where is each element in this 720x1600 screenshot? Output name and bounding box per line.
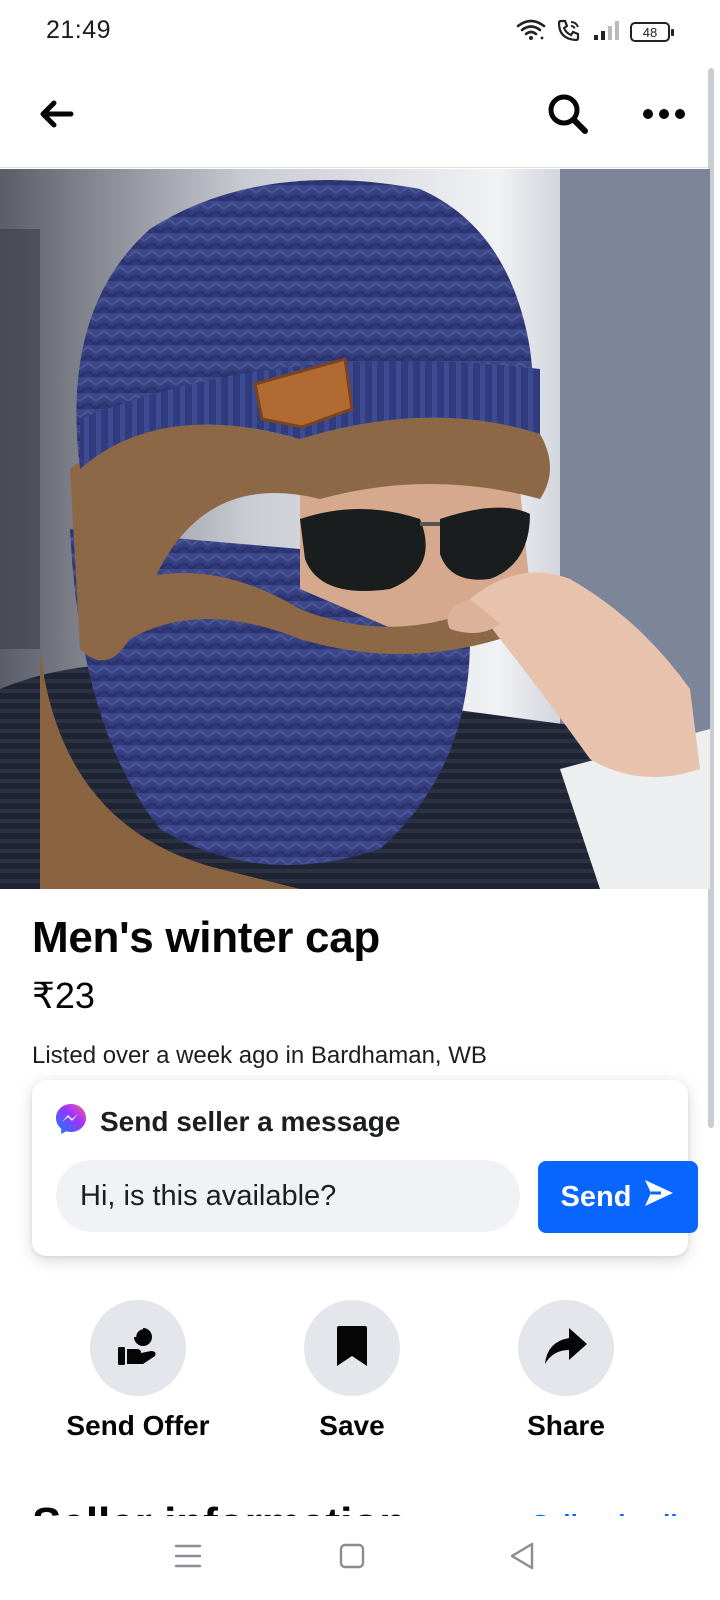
home-icon <box>338 1542 366 1575</box>
message-card-title: Send seller a message <box>100 1105 401 1137</box>
battery-icon: 48 <box>630 22 674 42</box>
status-time: 21:49 <box>46 16 112 44</box>
more-options-button[interactable] <box>634 86 694 146</box>
send-label: Send <box>560 1180 632 1213</box>
back-arrow-icon <box>38 99 74 134</box>
share-label: Share <box>527 1410 605 1441</box>
send-arrow-icon <box>643 1178 675 1216</box>
home-button[interactable] <box>332 1538 372 1578</box>
save-label: Save <box>319 1410 385 1441</box>
bookmark-icon <box>335 1324 369 1373</box>
seller-details-link[interactable]: Seller details <box>532 1502 692 1516</box>
recent-apps-button[interactable] <box>168 1538 208 1578</box>
more-icon <box>642 107 686 125</box>
back-button[interactable] <box>26 86 86 146</box>
share-circle[interactable] <box>518 1300 614 1396</box>
send-offer-button[interactable]: Send Offer <box>38 1300 238 1442</box>
listing-title: Men's winter cap <box>32 913 380 962</box>
message-input[interactable] <box>56 1160 520 1232</box>
signal-icon <box>592 19 620 46</box>
send-offer-circle[interactable] <box>90 1300 186 1396</box>
back-triangle-icon <box>508 1541 536 1576</box>
listing-actions: Send Offer Save Share <box>0 1300 710 1450</box>
listing-meta[interactable]: Listed over a week ago in Bardhaman, WB <box>32 1042 487 1070</box>
search-icon <box>546 92 590 141</box>
share-button[interactable]: Share <box>466 1300 666 1442</box>
send-button[interactable]: Send <box>538 1161 698 1233</box>
system-nav-bar <box>0 1516 720 1600</box>
listing-photo[interactable] <box>0 169 710 889</box>
messenger-icon <box>54 1102 88 1141</box>
menu-icon <box>173 1542 203 1575</box>
status-icons: 48 <box>516 18 674 47</box>
wifi-calling-icon <box>556 18 582 47</box>
message-seller-card: Send seller a message Send <box>32 1080 698 1256</box>
seller-info-section: Seller information Seller details <box>32 1502 692 1516</box>
save-button[interactable]: Save <box>252 1300 452 1442</box>
search-button[interactable] <box>538 86 598 146</box>
send-offer-label: Send Offer <box>66 1410 210 1441</box>
message-card-header: Send seller a message <box>54 1102 400 1141</box>
share-arrow-icon <box>543 1326 589 1371</box>
listing-price: ₹23 <box>32 975 95 1016</box>
system-back-button[interactable] <box>502 1538 542 1578</box>
save-circle[interactable] <box>304 1300 400 1396</box>
offer-hand-icon <box>115 1323 161 1374</box>
status-bar: 21:49 48 <box>0 0 720 64</box>
top-nav <box>0 64 710 168</box>
wifi-icon <box>516 19 546 46</box>
